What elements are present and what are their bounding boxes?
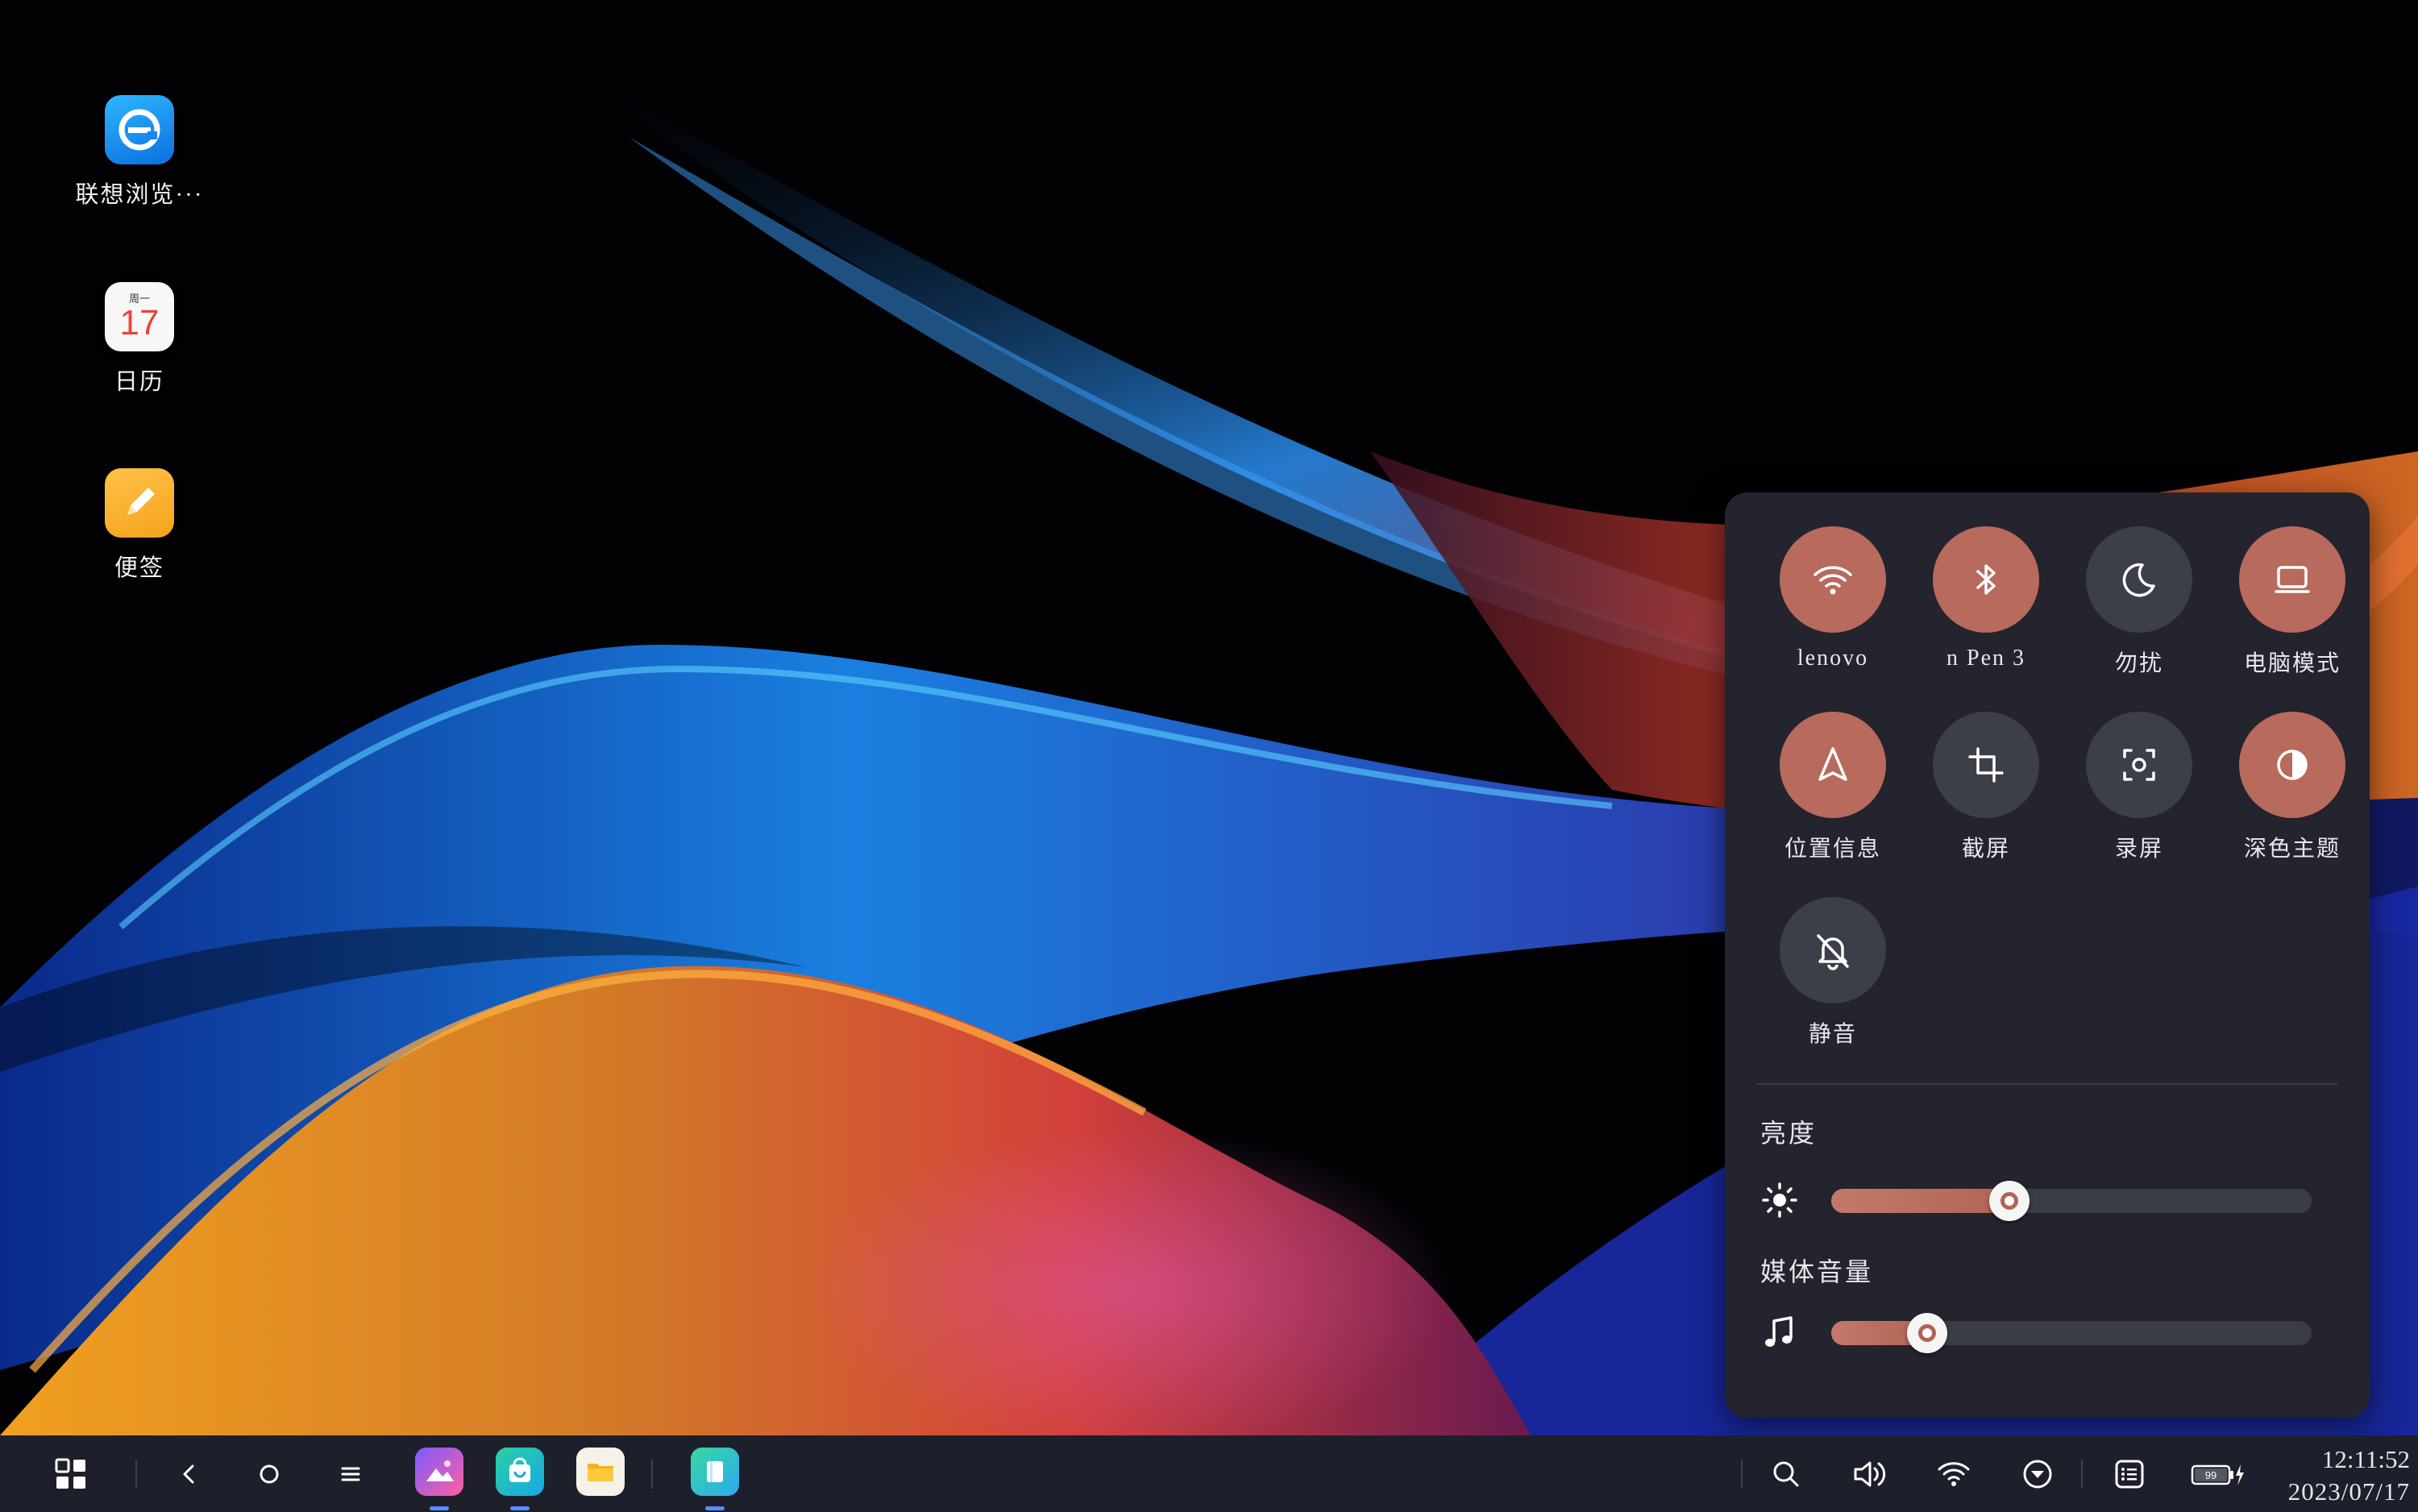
screenshot-button[interactable]	[1933, 712, 2039, 818]
desktop-icon-label: 日历	[114, 369, 164, 395]
location-arrow-icon	[1818, 747, 1847, 781]
battery-status[interactable]: 99	[2189, 1450, 2247, 1498]
wifi-icon	[1938, 1462, 1970, 1486]
tile-label: lenovo	[1797, 646, 1869, 671]
media-volume-slider-handle[interactable]	[1907, 1313, 1948, 1353]
volume-button[interactable]	[1846, 1450, 1894, 1498]
tile-mute[interactable]: 静音	[1760, 897, 1905, 1049]
download-button[interactable]	[2013, 1450, 2062, 1498]
tile-dark-theme[interactable]: 深色主题	[2220, 712, 2365, 863]
tile-label: n Pen 3	[1946, 646, 2025, 671]
taskbar-separator	[135, 1460, 137, 1489]
reader-app-icon	[707, 1461, 723, 1482]
app-grid-button[interactable]	[47, 1450, 95, 1498]
mute-toggle[interactable]	[1780, 897, 1886, 1003]
calendar-day: 17	[119, 302, 160, 343]
tile-label: 深色主题	[2243, 837, 2341, 862]
tile-label: 录屏	[2114, 837, 2163, 862]
clock-time: 12:11:52	[2321, 1445, 2410, 1473]
tile-pc-mode[interactable]: 电脑模式	[2220, 526, 2365, 678]
tile-label: 勿扰	[2114, 651, 2163, 676]
screen-record-button[interactable]	[2086, 712, 2192, 818]
tile-label: 静音	[1808, 1022, 1857, 1047]
music-note-icon	[1765, 1316, 1793, 1347]
running-indicator	[510, 1506, 530, 1510]
clock-date: 2023/07/17	[2287, 1477, 2410, 1506]
clock[interactable]: 12:11:52 2023/07/17	[2257, 1443, 2410, 1508]
tile-screenshot[interactable]: 截屏	[1913, 712, 2059, 863]
notifications-icon	[2115, 1460, 2144, 1489]
running-indicator	[430, 1506, 449, 1510]
desktop-icon-calendar[interactable]: 周一 17 日历	[59, 282, 220, 397]
download-icon	[2023, 1460, 2052, 1489]
taskbar: 99 12:11:52 2023/07/17	[0, 1435, 2418, 1512]
search-icon	[1773, 1461, 1799, 1487]
menu-icon	[341, 1467, 360, 1481]
app-store-icon	[509, 1457, 530, 1482]
file-manager-button[interactable]	[576, 1448, 625, 1496]
running-indicator	[705, 1506, 725, 1510]
dark-theme-toggle[interactable]	[2239, 712, 2345, 818]
recents-button[interactable]	[326, 1450, 375, 1498]
back-button[interactable]	[165, 1450, 214, 1498]
lenovo-browser-icon	[105, 95, 174, 164]
dark-theme-icon	[2277, 750, 2308, 780]
taskbar-separator	[651, 1460, 653, 1489]
tile-do-not-disturb[interactable]: 勿扰	[2067, 526, 2212, 678]
pc-mode-toggle[interactable]	[2239, 526, 2345, 633]
notes-icon	[105, 468, 174, 538]
calendar-icon: 周一 17	[105, 282, 174, 351]
gallery-app-button[interactable]	[415, 1448, 463, 1496]
location-toggle[interactable]	[1780, 712, 1886, 818]
quick-settings-panel: lenovo n Pen 3 勿扰 电脑模式 位置信息 截屏 录屏 深色主题 静…	[1725, 492, 2370, 1418]
do-not-disturb-toggle[interactable]	[2086, 526, 2192, 633]
tile-wifi[interactable]: lenovo	[1760, 526, 1905, 671]
media-volume-label: 媒体音量	[1760, 1257, 1874, 1286]
tile-location[interactable]: 位置信息	[1760, 712, 1905, 863]
laptop-icon	[2275, 566, 2310, 593]
home-button[interactable]	[245, 1450, 293, 1498]
gallery-app-icon	[426, 1460, 454, 1481]
desktop-icon-label: 便签	[114, 555, 164, 581]
bell-off-icon	[1817, 934, 1849, 970]
taskbar-separator	[2081, 1460, 2083, 1489]
taskbar-separator	[1741, 1460, 1743, 1489]
battery-icon: 99	[2191, 1464, 2244, 1485]
desktop-icon-label: 联想浏览···	[75, 182, 204, 208]
wifi-toggle[interactable]	[1780, 526, 1886, 633]
desktop-icon-browser[interactable]: 联想浏览···	[59, 95, 220, 210]
notifications-button[interactable]	[2105, 1450, 2154, 1498]
app-grid-icon	[55, 1458, 85, 1489]
bluetooth-toggle[interactable]	[1933, 526, 2039, 633]
crop-icon	[1968, 747, 2004, 783]
wifi-tray-button[interactable]	[1930, 1450, 1978, 1498]
brightness-slider[interactable]	[1831, 1181, 2312, 1221]
reader-app-button[interactable]	[691, 1448, 739, 1496]
wifi-icon	[1814, 566, 1852, 595]
moon-icon	[2122, 563, 2155, 597]
screen-record-icon	[2123, 749, 2155, 781]
search-button[interactable]	[1762, 1450, 1810, 1498]
volume-icon	[1854, 1461, 1886, 1487]
tile-label: 截屏	[1961, 837, 2010, 862]
tile-bluetooth[interactable]: n Pen 3	[1913, 526, 2059, 671]
brightness-label: 亮度	[1760, 1119, 1818, 1148]
media-volume-slider[interactable]	[1831, 1313, 2312, 1353]
home-icon	[260, 1464, 279, 1484]
tile-screen-record[interactable]: 录屏	[2067, 712, 2212, 863]
file-manager-icon	[588, 1464, 613, 1481]
sun-icon	[1762, 1182, 1797, 1218]
back-icon	[183, 1464, 194, 1484]
app-store-button[interactable]	[496, 1448, 544, 1496]
brightness-slider-fill	[1831, 1189, 2009, 1213]
bluetooth-icon	[1976, 564, 1996, 595]
battery-level: 99	[2205, 1469, 2216, 1481]
desktop-icon-notes[interactable]: 便签	[59, 468, 220, 583]
brightness-slider-handle[interactable]	[1988, 1181, 2030, 1221]
tile-label: 位置信息	[1784, 837, 1881, 862]
desktop-screen: 联想浏览··· 周一 17 日历 便签 lenovo n Pen 3 勿扰 电脑…	[0, 0, 2418, 1512]
tile-label: 电脑模式	[2243, 651, 2341, 676]
panel-divider	[1757, 1083, 2337, 1085]
